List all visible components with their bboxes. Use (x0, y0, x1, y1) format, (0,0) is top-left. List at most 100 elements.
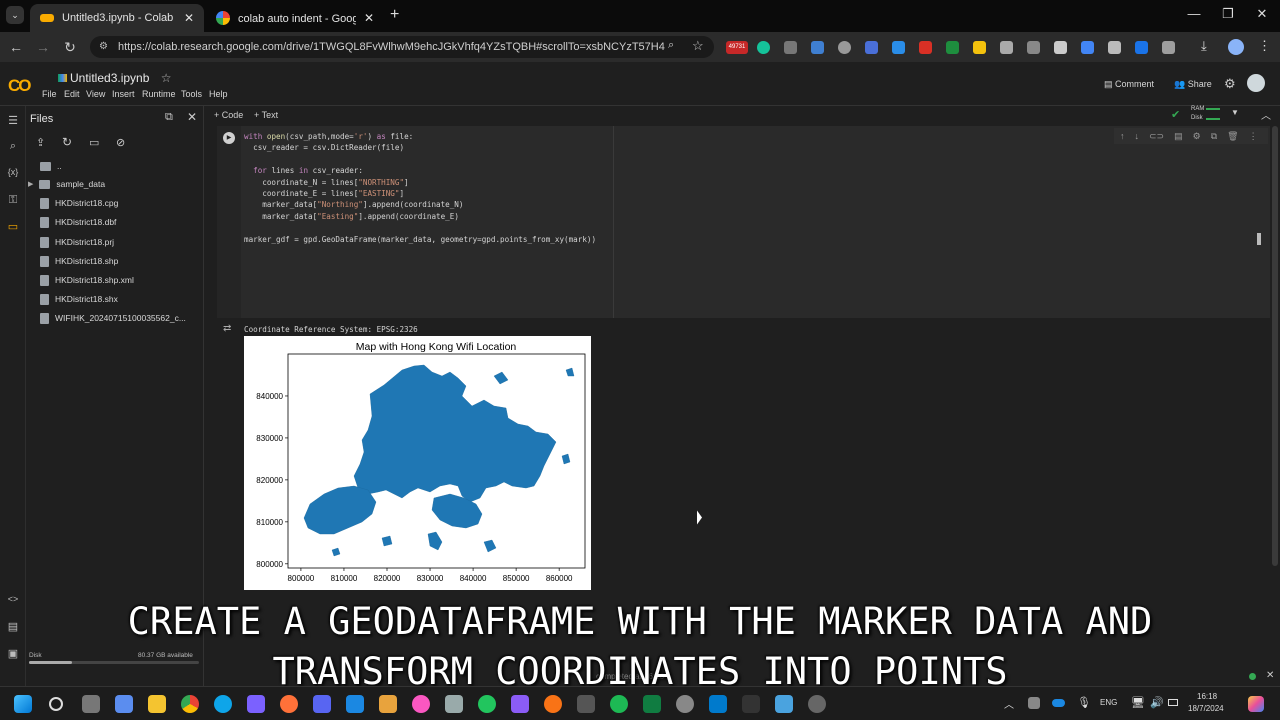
output-toggle-icon[interactable]: ⇄ (223, 323, 231, 334)
menu-tools[interactable]: Tools (181, 89, 202, 99)
tab-search-button[interactable]: ⌄ (6, 6, 24, 24)
delete-cell-icon[interactable]: 🗑 (1227, 131, 1238, 142)
taskbar-search-icon[interactable] (49, 697, 63, 711)
bookmark-star-icon[interactable]: ☆ (692, 38, 704, 54)
close-panel-icon[interactable]: ✕ (187, 110, 197, 124)
extension-icon[interactable] (919, 41, 932, 54)
cell-settings-icon[interactable]: ⚙ (1193, 131, 1201, 142)
close-window-button[interactable]: ✕ (1252, 6, 1272, 24)
spotify-icon[interactable] (610, 695, 628, 713)
hide-files-icon[interactable]: ⊘ (116, 136, 125, 149)
tray-app-icon[interactable] (1028, 697, 1040, 709)
upload-file-icon[interactable]: ⇪ (36, 136, 45, 149)
file-item-sample-data[interactable]: ▶ sample_data (28, 176, 105, 192)
menu-view[interactable]: View (86, 89, 105, 99)
comment-cell-icon[interactable]: ▤ (1174, 131, 1183, 142)
extension-icon[interactable] (865, 41, 878, 54)
tray-chevron-icon[interactable]: ︿ (1004, 696, 1014, 711)
app-icon[interactable] (445, 695, 463, 713)
onedrive-icon[interactable] (346, 695, 364, 713)
task-view-icon[interactable] (82, 695, 100, 713)
reload-icon[interactable]: ↻ (60, 37, 80, 57)
notebook-title[interactable]: Untitled3.ipynb ☆ (58, 71, 172, 85)
grammarly-extension-icon[interactable] (757, 41, 770, 54)
forward-icon[interactable]: → (33, 37, 53, 57)
move-down-icon[interactable]: ↓ (1135, 131, 1140, 141)
app-icon[interactable] (478, 695, 496, 713)
app-icon[interactable] (676, 695, 694, 713)
editor-scrollbar[interactable] (1257, 233, 1261, 245)
tab-colab[interactable]: Untitled3.ipynb - Colab ✕ (30, 4, 204, 32)
extension-icon[interactable] (946, 41, 959, 54)
copilot-icon[interactable] (1248, 696, 1264, 712)
extensions-puzzle-icon[interactable] (1162, 41, 1175, 54)
clock-time[interactable]: 16:18 (1197, 692, 1217, 701)
new-folder-icon[interactable]: ▭ (89, 136, 99, 149)
star-icon[interactable]: ☆ (161, 71, 172, 85)
files-folder-icon[interactable]: ▭ (5, 220, 21, 234)
extension-icon[interactable] (1108, 41, 1121, 54)
url-field[interactable]: ⚙ https://colab.research.google.com/driv… (90, 36, 714, 58)
minimize-button[interactable]: — (1184, 6, 1204, 24)
user-avatar[interactable] (1247, 74, 1265, 92)
app-icon[interactable] (115, 695, 133, 713)
tab-google[interactable]: colab auto indent - Google 搜尋 ✕ (206, 4, 384, 32)
colab-logo[interactable]: CO (8, 76, 31, 96)
battery-icon[interactable] (1168, 699, 1178, 706)
menu-edit[interactable]: Edit (64, 89, 80, 99)
site-info-icon[interactable]: ⚙ (99, 36, 108, 58)
volume-icon[interactable]: 🔊 (1150, 696, 1164, 709)
excel-icon[interactable] (643, 695, 661, 713)
windows-start-icon[interactable] (14, 695, 32, 713)
extension-icon[interactable] (1027, 41, 1040, 54)
file-explorer-icon[interactable] (148, 695, 166, 713)
tray-onedrive-icon[interactable] (1052, 699, 1065, 707)
search-icon[interactable]: ⌕ (5, 140, 21, 154)
link-icon[interactable]: ⊂⊃ (1149, 131, 1164, 142)
expand-arrow-icon[interactable]: ▶ (28, 180, 33, 188)
variables-icon[interactable]: {x} (5, 167, 21, 181)
mirror-cell-icon[interactable]: ⧉ (1211, 131, 1217, 142)
zoom-icon[interactable]: ⌕ (668, 39, 674, 52)
menu-insert[interactable]: Insert (112, 89, 135, 99)
file-item[interactable]: HKDistrict18.shp.xml (40, 272, 134, 288)
app-icon[interactable] (379, 695, 397, 713)
menu-runtime[interactable]: Runtime (142, 89, 176, 99)
close-tab-icon[interactable]: ✕ (364, 11, 374, 25)
collapse-icon[interactable]: ︿ (1261, 107, 1271, 122)
add-code-button[interactable]: + Code (214, 110, 243, 120)
file-item-parent[interactable]: .. (40, 158, 62, 174)
edge-icon[interactable] (214, 695, 232, 713)
app-icon[interactable] (544, 695, 562, 713)
extension-badge[interactable]: 49731 (726, 41, 748, 54)
microphone-icon[interactable]: 🎙 (1077, 696, 1091, 709)
close-tab-icon[interactable]: ✕ (184, 11, 194, 25)
network-icon[interactable]: 🖥 (1131, 696, 1145, 709)
chrome-icon[interactable] (181, 695, 199, 713)
ram-disk-bars[interactable] (1206, 108, 1220, 120)
table-of-contents-icon[interactable]: ☰ (5, 114, 21, 128)
extension-icon[interactable] (973, 41, 986, 54)
shield-extension-icon[interactable] (811, 41, 824, 54)
refresh-icon[interactable]: ↻ (62, 135, 72, 149)
file-item[interactable]: WIFIHK_20240715100035562_c... (40, 310, 186, 326)
app-icon[interactable] (511, 695, 529, 713)
extension-icon[interactable] (1000, 41, 1013, 54)
file-item[interactable]: HKDistrict18.shx (40, 291, 118, 307)
more-options-icon[interactable]: ⋮ (1249, 131, 1258, 142)
chrome-menu-icon[interactable]: ⋮ (1258, 38, 1271, 54)
itunes-icon[interactable] (412, 695, 430, 713)
app-icon[interactable] (742, 695, 760, 713)
comment-button[interactable]: ▤ Comment (1104, 79, 1154, 90)
profile-avatar[interactable] (1228, 39, 1244, 55)
menu-file[interactable]: File (42, 89, 57, 99)
secrets-key-icon[interactable]: ⚿ (5, 194, 21, 208)
code-editor[interactable]: with open(csv_path,mode='r') as file: cs… (244, 131, 596, 245)
file-item[interactable]: HKDistrict18.prj (40, 234, 114, 250)
download-icon[interactable]: ⤓ (1201, 38, 1207, 54)
extension-icon[interactable] (838, 41, 851, 54)
move-up-icon[interactable]: ↑ (1120, 131, 1125, 141)
settings-gear-icon[interactable]: ⚙ (1224, 76, 1236, 92)
extension-icon[interactable] (1054, 41, 1067, 54)
file-item[interactable]: HKDistrict18.cpg (40, 195, 118, 211)
